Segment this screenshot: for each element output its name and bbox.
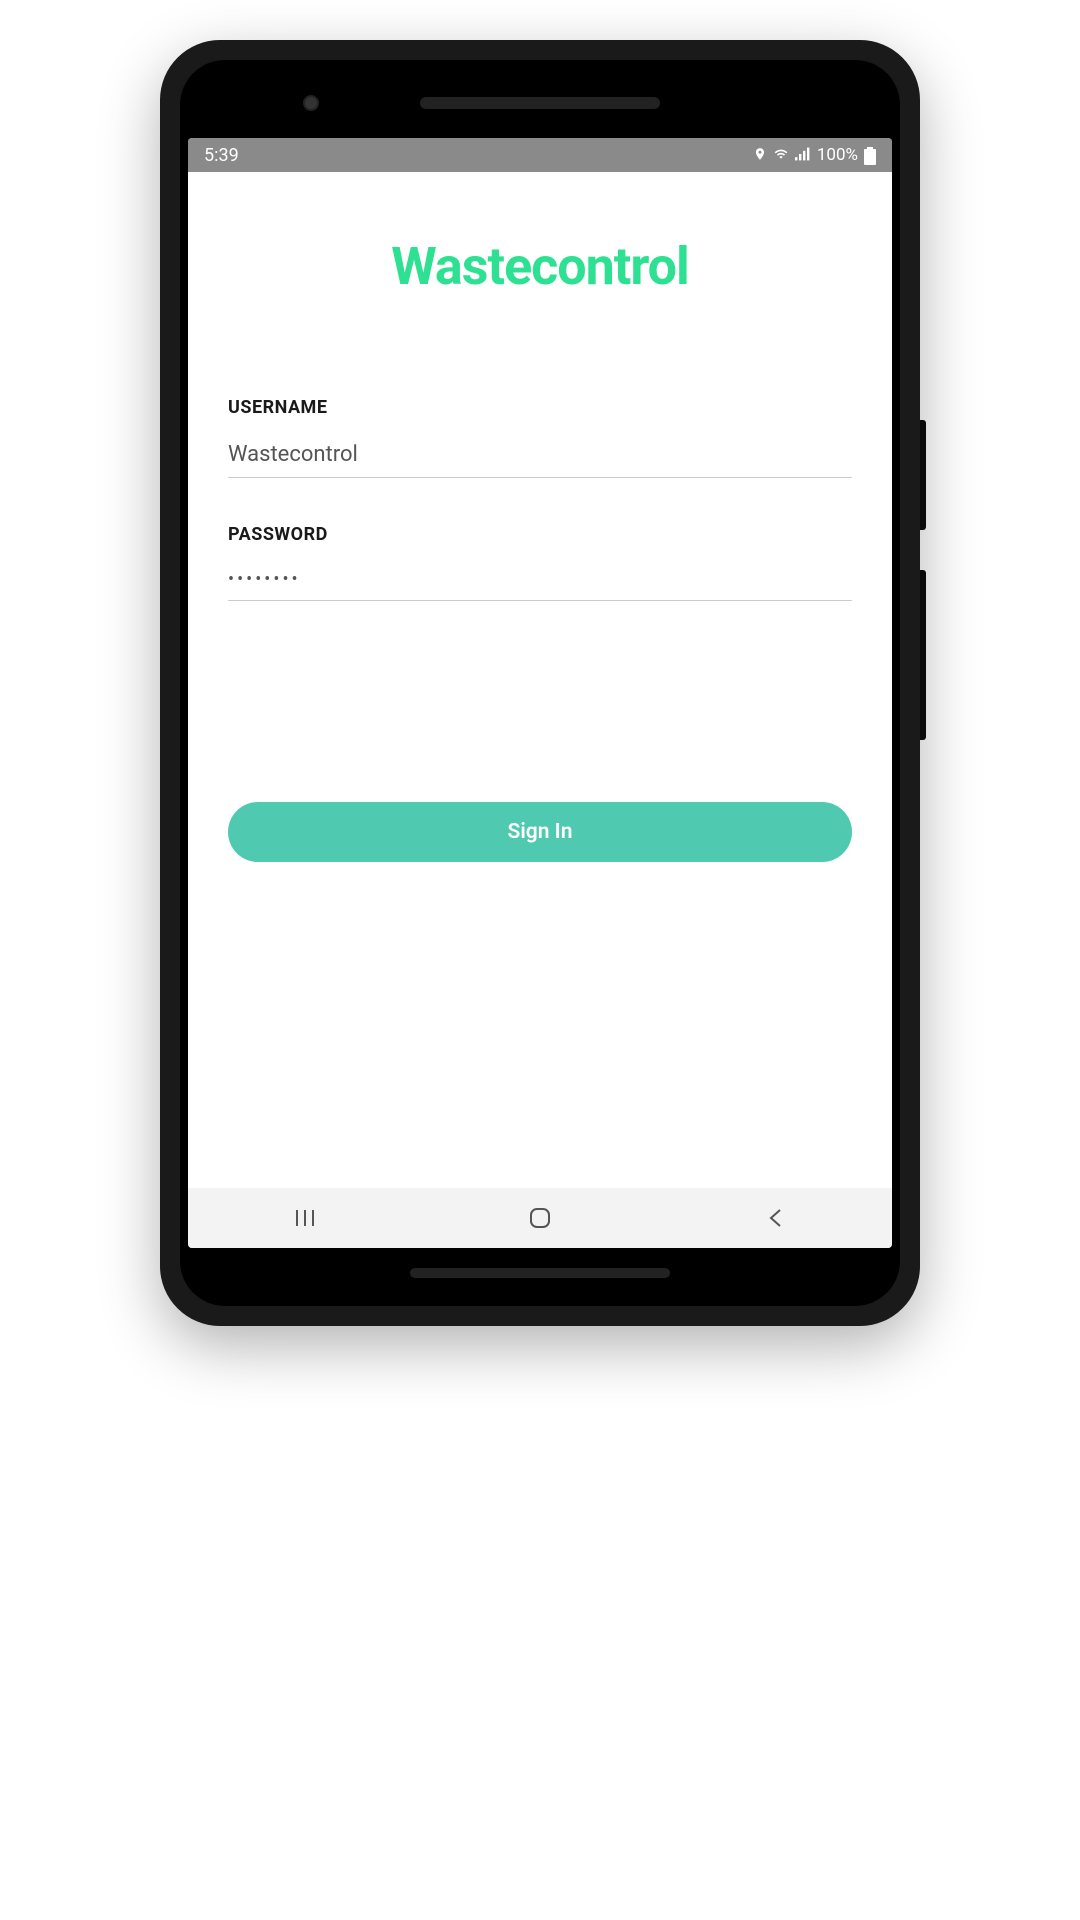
- home-button[interactable]: [510, 1198, 570, 1238]
- phone-side-button: [920, 570, 926, 740]
- phone-frame: 5:39: [160, 40, 920, 1326]
- username-group: USERNAME: [228, 397, 852, 478]
- front-camera-icon: [303, 95, 319, 111]
- status-indicators: 100%: [753, 145, 876, 166]
- username-label: USERNAME: [228, 397, 852, 418]
- recents-button[interactable]: [275, 1198, 335, 1238]
- app-title: Wastecontrol: [228, 236, 852, 297]
- sign-in-button[interactable]: Sign In: [228, 802, 852, 862]
- phone-screen: 5:39: [188, 138, 892, 1248]
- speaker-slot: [420, 97, 660, 109]
- login-screen: Wastecontrol USERNAME PASSWORD Sign In: [188, 172, 892, 1188]
- battery-percent: 100%: [817, 145, 858, 165]
- signal-icon: [795, 145, 811, 166]
- password-label: PASSWORD: [228, 524, 852, 545]
- password-group: PASSWORD: [228, 524, 852, 601]
- location-icon: [753, 145, 767, 166]
- username-input[interactable]: [228, 438, 852, 478]
- android-nav-bar: [188, 1188, 892, 1248]
- status-bar: 5:39: [188, 138, 892, 172]
- back-icon: [768, 1208, 782, 1228]
- bottom-speaker-slot: [410, 1268, 670, 1278]
- phone-bottom-bezel: [188, 1248, 892, 1298]
- phone-inner-bezel: 5:39: [180, 60, 900, 1306]
- phone-side-button: [920, 420, 926, 530]
- recents-icon: [295, 1209, 315, 1227]
- home-icon: [529, 1207, 551, 1229]
- wifi-icon: [773, 145, 789, 166]
- phone-top-bezel: [188, 68, 892, 138]
- back-button[interactable]: [745, 1198, 805, 1238]
- battery-icon: [864, 145, 876, 166]
- password-input[interactable]: [228, 565, 852, 601]
- status-time: 5:39: [204, 145, 239, 166]
